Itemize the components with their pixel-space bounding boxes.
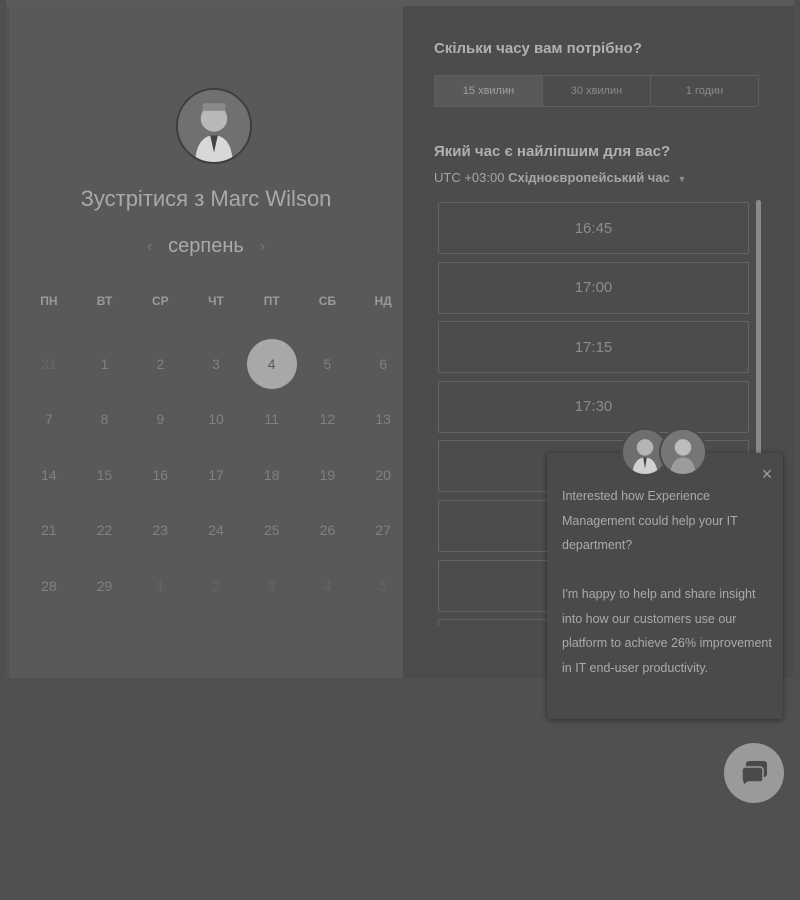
calendar-day[interactable]: 7 bbox=[21, 392, 77, 448]
host-avatar bbox=[176, 88, 252, 164]
weekday-label: СР bbox=[151, 294, 169, 308]
chevron-down-icon: ▼ bbox=[677, 174, 687, 184]
duration-tab[interactable]: 15 хвилин bbox=[435, 76, 543, 106]
calendar-day[interactable]: 16 bbox=[132, 447, 188, 503]
calendar-day[interactable]: 8 bbox=[77, 392, 133, 448]
timezone-selector[interactable]: UTC +03:00 Східноєвропейський час ▼ bbox=[434, 170, 686, 185]
chat-bubble-icon bbox=[741, 761, 767, 787]
calendar-day[interactable]: 14 bbox=[21, 447, 77, 503]
chat-paragraph: I'm happy to help and share insight into… bbox=[562, 587, 772, 675]
weekday-header: ПН ВТ СР ЧТ ПТ СБ НД bbox=[21, 294, 411, 308]
meeting-title: Зустрітися з Marc Wilson bbox=[80, 186, 332, 211]
close-icon[interactable]: × bbox=[757, 464, 777, 484]
calendar-day[interactable]: 9 bbox=[132, 392, 188, 448]
duration-tab[interactable]: 30 хвилин bbox=[543, 76, 651, 106]
calendar-day: 3 bbox=[267, 577, 276, 594]
duration-tab[interactable]: 1 годин bbox=[651, 76, 758, 106]
weekday-label: ПТ bbox=[263, 294, 280, 308]
prev-month-icon[interactable]: ‹ bbox=[147, 238, 152, 256]
calendar-day[interactable]: 3 bbox=[188, 336, 244, 392]
time-slot-button[interactable]: 17:30 bbox=[438, 380, 749, 433]
time-slot-button[interactable]: 17:00 bbox=[438, 261, 749, 314]
calendar-day[interactable]: 23 bbox=[132, 503, 188, 559]
calendar-day[interactable]: 15 bbox=[77, 447, 133, 503]
calendar-day[interactable]: 11 bbox=[244, 392, 300, 448]
selected-day[interactable]: 4 bbox=[244, 336, 300, 392]
calendar-day[interactable]: 2 bbox=[132, 336, 188, 392]
calendar-day[interactable]: 28 bbox=[21, 558, 77, 614]
chat-agent-avatars bbox=[621, 428, 711, 480]
calendar-day[interactable]: 29 bbox=[77, 558, 133, 614]
weekday-label: ПН bbox=[40, 294, 58, 308]
weekday-label: СБ bbox=[318, 294, 337, 308]
agent-avatar bbox=[659, 428, 707, 476]
calendar-day[interactable]: 25 bbox=[244, 503, 300, 559]
time-slot-button[interactable]: 16:45 bbox=[438, 202, 749, 254]
calendar-day[interactable]: 21 bbox=[21, 503, 77, 559]
month-label: серпень bbox=[168, 235, 244, 257]
chat-launcher-button[interactable] bbox=[724, 743, 784, 803]
calendar-day[interactable]: 19 bbox=[300, 447, 356, 503]
calendar-day[interactable]: 10 bbox=[188, 392, 244, 448]
month-navigation: ‹ серпень › bbox=[9, 235, 403, 258]
calendar-day[interactable]: 22 bbox=[77, 503, 133, 559]
time-heading: Який час є найліпшим для вас? bbox=[434, 143, 671, 160]
next-month-icon[interactable]: › bbox=[260, 238, 265, 256]
calendar-day[interactable]: 24 bbox=[188, 503, 244, 559]
calendar-day[interactable]: 1 bbox=[77, 336, 133, 392]
chat-message: Interested how Experience Management cou… bbox=[562, 484, 774, 680]
duration-heading: Скільки часу вам потрібно? bbox=[434, 40, 642, 57]
duration-selector: 15 хвилин 30 хвилин 1 годин bbox=[434, 75, 759, 107]
calendar-grid: 31 1 2 3 4 5 6 7 8 9 10 11 12 13 14 15 16 17 18 19 20 21 22 23 2… bbox=[21, 336, 411, 614]
calendar-day[interactable]: 26 bbox=[300, 503, 356, 559]
calendar-day[interactable]: 18 bbox=[244, 447, 300, 503]
timezone-name: Східноєвропейський час bbox=[508, 170, 670, 185]
calendar-day[interactable]: 12 bbox=[300, 392, 356, 448]
calendar-day[interactable]: 5 bbox=[300, 336, 356, 392]
calendar-day: 2 bbox=[212, 577, 220, 594]
time-slot-button[interactable]: 17:15 bbox=[438, 321, 749, 374]
calendar-panel: Зустрітися з Marc Wilson ‹ серпень › ПН В… bbox=[9, 6, 403, 678]
calendar-day: 1 bbox=[156, 577, 165, 594]
weekday-label: ВТ bbox=[96, 294, 113, 308]
calendar-day[interactable]: 17 bbox=[188, 447, 244, 503]
weekday-label: ЧТ bbox=[208, 294, 224, 308]
calendar-day: 4 bbox=[323, 577, 332, 594]
timezone-offset: UTC +03:00 bbox=[434, 170, 505, 185]
calendar-day: 31 bbox=[41, 355, 57, 372]
selected-day-label: 4 bbox=[246, 338, 297, 389]
chat-paragraph: Interested how Experience Management cou… bbox=[562, 489, 738, 552]
